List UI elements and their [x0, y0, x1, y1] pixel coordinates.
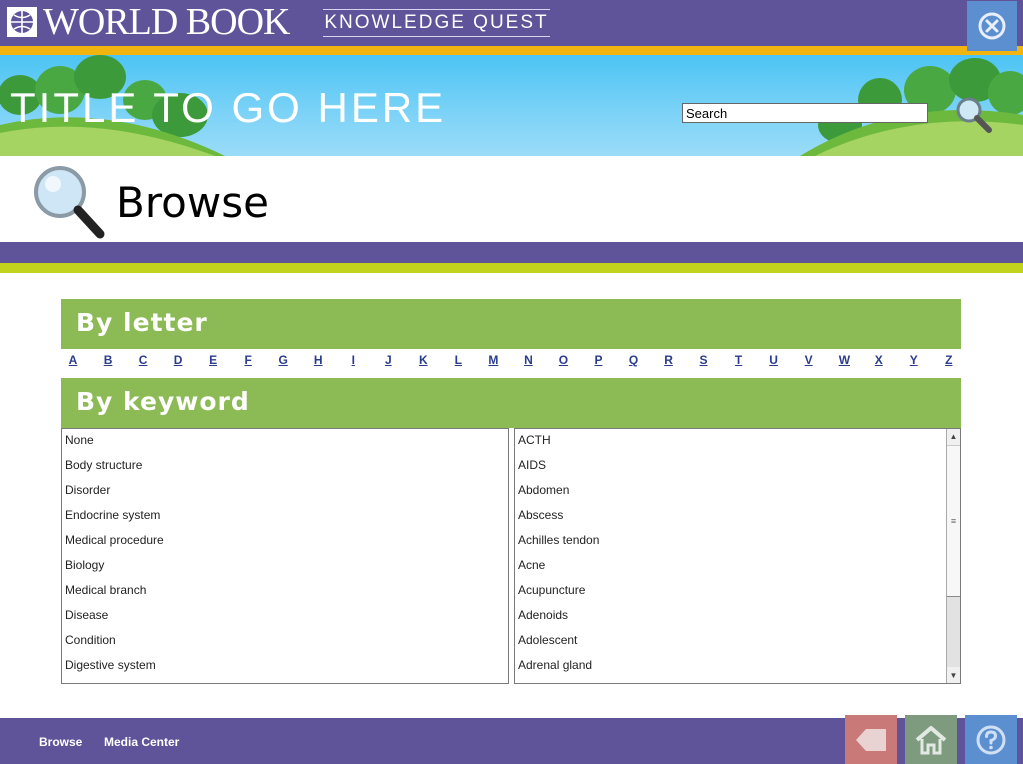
keyword-list-item[interactable]: Abdomen	[515, 479, 960, 504]
letter-link-i[interactable]: I	[348, 353, 358, 373]
letter-link-s[interactable]: S	[699, 353, 709, 373]
letter-link-g[interactable]: G	[278, 353, 288, 373]
close-circle-icon	[978, 12, 1006, 40]
letter-link-q[interactable]: Q	[629, 353, 639, 373]
letter-link-f[interactable]: F	[243, 353, 253, 373]
keyword-list-item[interactable]: Acne	[515, 554, 960, 579]
letter-link-u[interactable]: U	[769, 353, 779, 373]
letter-link-t[interactable]: T	[734, 353, 744, 373]
title-banner: TITLE TO GO HERE	[0, 55, 1023, 156]
banner-title: TITLE TO GO HERE	[10, 84, 447, 131]
page-title: Browse	[116, 178, 269, 227]
help-button[interactable]	[965, 715, 1017, 764]
help-icon	[976, 725, 1006, 754]
footer-link-browse[interactable]: Browse	[39, 735, 82, 749]
by-letter-heading: By letter	[76, 308, 208, 337]
search-magnifier-icon[interactable]	[952, 93, 996, 137]
letter-link-l[interactable]: L	[453, 353, 463, 373]
category-list-item[interactable]: Biology	[62, 554, 508, 579]
letter-link-h[interactable]: H	[313, 353, 323, 373]
letter-link-p[interactable]: P	[593, 353, 603, 373]
purple-divider	[0, 242, 1023, 263]
letter-link-r[interactable]: R	[664, 353, 674, 373]
scroll-up-icon[interactable]: ▲	[947, 429, 960, 444]
category-list-item[interactable]: Body structure	[62, 454, 508, 479]
keyword-list-item[interactable]: ACTH	[515, 429, 960, 454]
letter-link-e[interactable]: E	[208, 353, 218, 373]
letter-link-z[interactable]: Z	[944, 353, 954, 373]
letter-link-w[interactable]: W	[839, 353, 850, 373]
keyword-list-item[interactable]: Acupuncture	[515, 579, 960, 604]
by-keyword-heading: By keyword	[76, 387, 250, 416]
letter-link-d[interactable]: D	[173, 353, 183, 373]
category-list-item[interactable]: Medical branch	[62, 579, 508, 604]
home-icon	[915, 725, 947, 754]
letter-link-n[interactable]: N	[523, 353, 533, 373]
letter-link-v[interactable]: V	[804, 353, 814, 373]
keyword-list-item[interactable]: AIDS	[515, 454, 960, 479]
scroll-track[interactable]	[947, 597, 960, 667]
keyword-list-item[interactable]: Adrenal gland	[515, 654, 960, 679]
back-arrow-icon	[856, 728, 886, 751]
letter-link-c[interactable]: C	[138, 353, 148, 373]
footer-link-media-center[interactable]: Media Center	[104, 735, 179, 749]
letter-link-k[interactable]: K	[418, 353, 428, 373]
close-button[interactable]	[967, 1, 1017, 51]
category-list-item[interactable]: Endocrine system	[62, 504, 508, 529]
lime-divider	[0, 263, 1023, 273]
keyword-scrollbar[interactable]: ▲ ≡ ▼	[946, 429, 960, 683]
keyword-listbox[interactable]: ACTH AIDS Abdomen Abscess Achilles tendon Acn…	[514, 428, 961, 684]
by-keyword-header: By keyword	[61, 378, 961, 428]
product-name: KNOWLEDGE QUEST	[323, 9, 550, 37]
category-listbox[interactable]: None Body structure Disorder Endocrine syst…	[61, 428, 509, 684]
scroll-thumb[interactable]: ≡	[947, 445, 960, 597]
world-book-globe-icon	[7, 7, 37, 37]
brand-logo-text: WORLD BOOK	[43, 1, 290, 43]
letter-link-x[interactable]: X	[874, 353, 884, 373]
category-list-item[interactable]: Disease	[62, 604, 508, 629]
category-list-item[interactable]: Medical procedure	[62, 529, 508, 554]
letter-link-m[interactable]: M	[488, 353, 498, 373]
back-button[interactable]	[845, 715, 897, 764]
letter-link-j[interactable]: J	[383, 353, 393, 373]
home-button[interactable]	[905, 715, 957, 764]
keyword-list-item[interactable]: Achilles tendon	[515, 529, 960, 554]
letter-link-o[interactable]: O	[558, 353, 568, 373]
category-list-item[interactable]: Disorder	[62, 479, 508, 504]
keyword-list-item[interactable]: Adenoids	[515, 604, 960, 629]
by-letter-header: By letter	[61, 299, 961, 349]
top-bar: WORLD BOOK KNOWLEDGE QUEST	[0, 0, 1023, 46]
browse-magnifier-icon	[34, 166, 105, 239]
letter-link-a[interactable]: A	[68, 353, 78, 373]
letter-index: A B C D E F G H I J K L M N O P Q R S T U V W X Y Z	[61, 353, 961, 373]
keyword-list-item[interactable]: Adolescent	[515, 629, 960, 654]
category-list-item[interactable]: Digestive system	[62, 654, 508, 679]
search-input[interactable]	[682, 103, 928, 123]
letter-link-b[interactable]: B	[103, 353, 113, 373]
gold-divider	[0, 46, 1023, 55]
category-list-item[interactable]: Condition	[62, 629, 508, 654]
category-list-item[interactable]: None	[62, 429, 508, 454]
keyword-list-item[interactable]: Abscess	[515, 504, 960, 529]
scroll-down-icon[interactable]: ▼	[947, 668, 960, 683]
letter-link-y[interactable]: Y	[909, 353, 919, 373]
